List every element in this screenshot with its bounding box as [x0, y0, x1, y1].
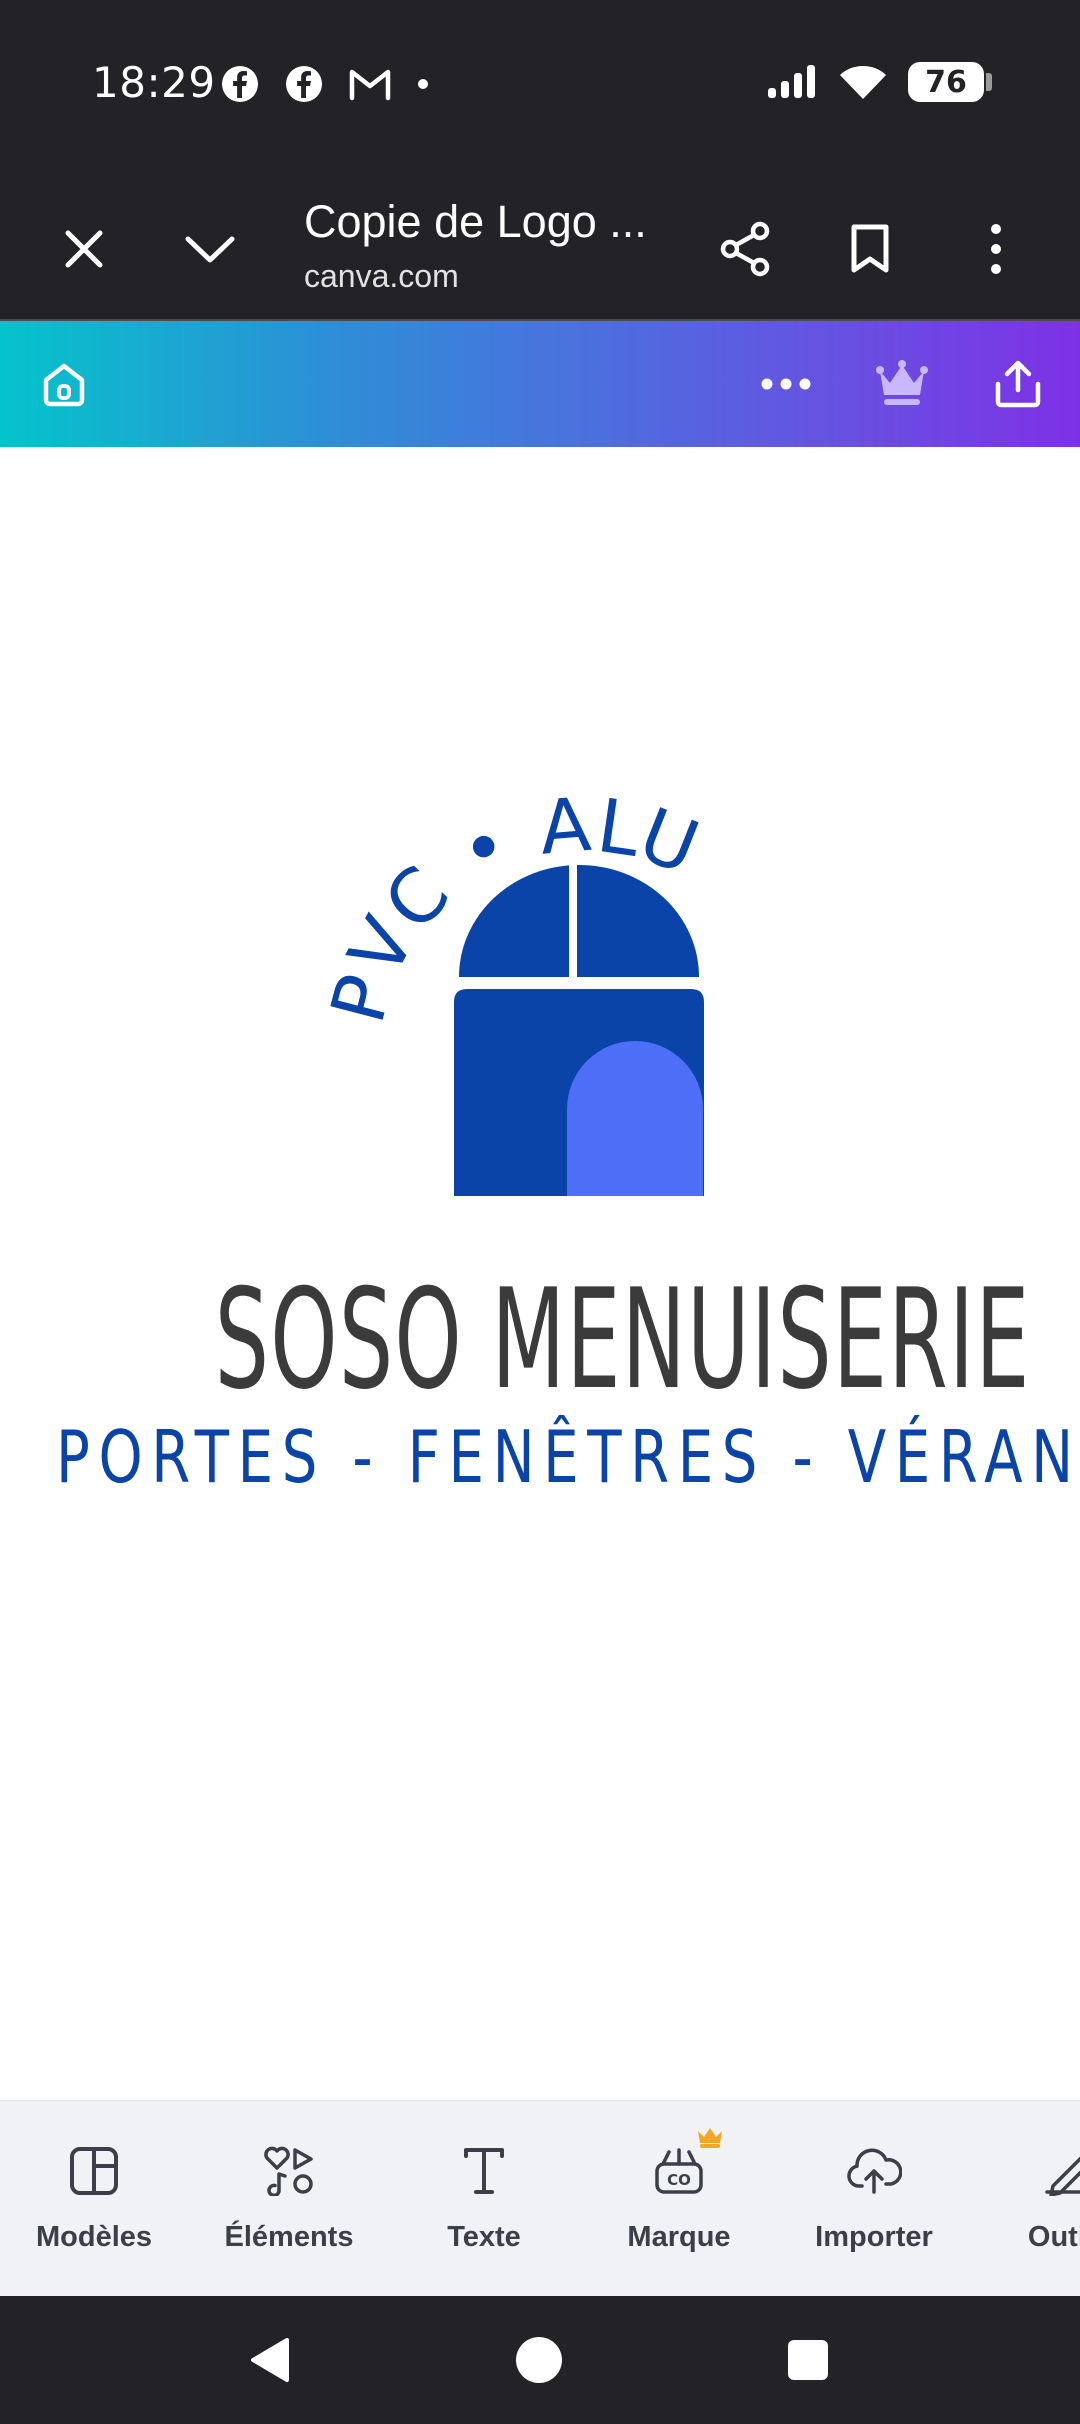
share-button[interactable]: [695, 176, 795, 321]
home-icon: [43, 363, 85, 407]
recents-icon: [788, 2340, 828, 2380]
status-time: 18:29: [92, 58, 216, 107]
battery-icon: 76: [908, 62, 984, 102]
tab-elements-label: Éléments: [224, 2221, 354, 2253]
design-canvas[interactable]: PVC • ALU • BOIS SOSO MENUISERIE PORTES …: [0, 447, 1080, 2100]
logo-graphic[interactable]: PVC • ALU • BOIS: [0, 447, 1080, 1247]
text-icon: [464, 2148, 504, 2194]
signal-icon: [768, 65, 815, 98]
premium-crown-icon: [698, 2128, 722, 2148]
upload-icon: [995, 360, 1041, 408]
notification-icons: [220, 64, 430, 104]
bookmark-icon: [851, 224, 889, 272]
home-button[interactable]: [479, 2296, 599, 2424]
gmail-icon: [349, 69, 391, 101]
tagline-text[interactable]: PORTES - FENÊTRES - VÉRANDAS: [56, 1415, 1080, 1499]
back-icon: [251, 2338, 289, 2382]
home-circle-icon: [516, 2337, 562, 2383]
browser-toolbar: Copie de Logo ... canva.com: [0, 176, 1080, 321]
battery-tip: [986, 73, 992, 91]
more-vertical-icon: [991, 223, 1001, 274]
tab-elements[interactable]: Éléments: [199, 2101, 379, 2297]
tab-tools[interactable]: Outils: [979, 2101, 1080, 2297]
dot-icon: [418, 79, 428, 89]
brand-name-text[interactable]: SOSO MENUISERIE: [215, 1259, 1030, 1420]
facebook-icon: [222, 66, 258, 102]
tab-brand-label: Marque: [627, 2221, 731, 2253]
elements-icon: [264, 2146, 313, 2196]
close-icon: [65, 230, 103, 267]
window-door-graphic: [450, 865, 710, 1196]
chevron-down-icon: [185, 236, 235, 262]
canva-home-button[interactable]: [14, 321, 114, 447]
svg-text:CO: CO: [667, 2171, 691, 2189]
status-bar: 18:29 76: [0, 0, 1080, 176]
tab-tools-label: Outils: [1027, 2221, 1080, 2253]
share-icon: [720, 221, 770, 276]
upload-cloud-icon: [847, 2148, 902, 2194]
facebook-icon: [286, 66, 322, 102]
system-navigation-bar: [0, 2296, 1080, 2424]
minimize-button[interactable]: [160, 176, 260, 321]
templates-icon: [70, 2147, 118, 2195]
brand-icon: CO: [655, 2148, 703, 2194]
crown-icon: [876, 360, 928, 405]
system-status-icons: 76: [766, 62, 992, 102]
close-tab-button[interactable]: [34, 176, 134, 321]
tools-icon: [1045, 2156, 1080, 2196]
battery-level: 76: [925, 64, 967, 100]
canva-share-button[interactable]: [968, 321, 1068, 447]
tab-brand[interactable]: CO Marque: [589, 2101, 769, 2297]
tab-templates-label: Modèles: [35, 2221, 153, 2253]
page-title[interactable]: Copie de Logo ...: [304, 196, 647, 248]
bookmark-button[interactable]: [820, 176, 920, 321]
tab-text-label: Texte: [447, 2221, 521, 2253]
wifi-icon: [840, 66, 886, 99]
tab-upload-label: Importer: [815, 2221, 933, 2253]
canva-more-button[interactable]: [736, 321, 836, 447]
canva-pro-button[interactable]: [852, 321, 952, 447]
tab-text[interactable]: Texte: [394, 2101, 574, 2297]
canva-toolbar: [0, 321, 1080, 447]
more-horizontal-icon: [761, 378, 811, 390]
page-url[interactable]: canva.com: [304, 258, 459, 295]
more-options-button[interactable]: [946, 176, 1046, 321]
tab-upload[interactable]: Importer: [784, 2101, 964, 2297]
recents-button[interactable]: [748, 2296, 868, 2424]
editor-bottom-tabs: Modèles Éléments Texte CO Marque Importe…: [0, 2100, 1080, 2297]
back-button[interactable]: [210, 2296, 330, 2424]
tab-templates[interactable]: Modèles: [4, 2101, 184, 2297]
